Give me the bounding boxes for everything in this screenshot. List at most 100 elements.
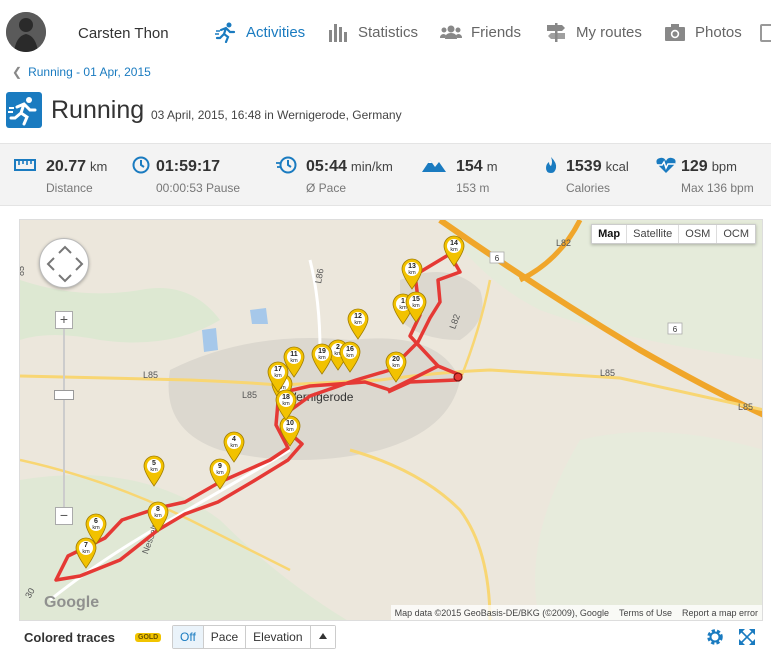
zoom-out-button[interactable]: − <box>55 507 73 525</box>
duration-value: 01:59:17 <box>156 158 221 175</box>
pace-icon <box>276 156 297 174</box>
svg-text:L85: L85 <box>738 402 753 412</box>
km-marker-number: 13 <box>408 263 416 270</box>
stat-calories: 1539 kcal Calories <box>541 152 641 202</box>
km-marker-number: 2 <box>336 344 340 351</box>
elevation-value: 154 m <box>456 158 498 175</box>
colored-traces-label: Colored traces <box>24 630 116 645</box>
trace-pace-button[interactable]: Pace <box>202 626 246 648</box>
user-name[interactable]: Carsten Thon <box>78 25 169 42</box>
heartrate-max: Max 136 bpm <box>681 181 754 195</box>
terms-link[interactable]: Terms of Use <box>619 608 672 618</box>
ruler-icon <box>14 159 36 171</box>
google-logo: Google <box>44 594 100 611</box>
svg-text:L85: L85 <box>143 370 158 380</box>
km-marker-number: 6 <box>94 518 98 525</box>
pace-label: Ø Pace <box>306 181 347 195</box>
trace-elevation-button[interactable]: Elevation <box>245 626 310 648</box>
svg-text:L85: L85 <box>242 390 257 400</box>
stat-duration: 01:59:17 00:00:53 Pause <box>131 152 251 202</box>
page-title: Running <box>51 96 145 124</box>
stat-elevation: 154 m 153 m <box>421 152 521 202</box>
km-marker-unit: km <box>450 247 458 253</box>
km-marker-number: 8 <box>156 506 160 513</box>
map-type-selector[interactable]: Map Satellite OSM OCM <box>591 224 756 244</box>
trace-dropdown-button[interactable] <box>309 626 335 648</box>
distance-value: 20.77 km <box>46 158 108 175</box>
km-marker-unit: km <box>274 373 282 379</box>
bar-chart-icon <box>329 24 347 42</box>
km-marker-number: 1 <box>401 298 405 305</box>
stat-heartrate: 129 bpm Max 136 bpm <box>655 152 765 202</box>
svg-text:6: 6 <box>495 254 500 263</box>
km-marker-unit: km <box>230 443 238 449</box>
nav-statistics-label: Statistics <box>358 23 419 41</box>
km-marker-unit: km <box>408 270 416 276</box>
nav-statistics[interactable]: Statistics <box>327 21 418 43</box>
friends-icon <box>440 25 462 39</box>
zoom-slider-track[interactable] <box>63 320 65 510</box>
fullscreen-icon[interactable] <box>737 627 757 647</box>
zoom-in-button[interactable]: + <box>55 311 73 329</box>
triangle-up-icon <box>318 633 327 639</box>
map-type-ocm[interactable]: OCM <box>716 225 755 243</box>
km-marker-number: 11 <box>290 351 298 358</box>
more-icon[interactable] <box>760 24 771 42</box>
user-avatar[interactable] <box>6 12 46 52</box>
duration-pause: 00:00:53 Pause <box>156 181 241 195</box>
flame-icon <box>546 157 557 173</box>
km-marker-unit: km <box>399 305 407 311</box>
running-sport-icon <box>6 92 42 128</box>
km-marker-unit: km <box>82 549 90 555</box>
report-error-link[interactable]: Report a map error <box>682 608 758 618</box>
km-marker-number: 9 <box>218 463 222 470</box>
distance-label: Distance <box>46 181 93 195</box>
km-marker-unit: km <box>286 427 294 433</box>
km-marker-unit: km <box>392 363 400 369</box>
map-type-map[interactable]: Map <box>592 225 626 243</box>
breadcrumb[interactable]: ❮ Running - 01 Apr, 2015 <box>12 65 151 79</box>
km-marker-unit: km <box>92 525 100 531</box>
km-marker-number: 18 <box>282 394 290 401</box>
heart-rate-icon <box>656 157 676 173</box>
km-marker-number: 19 <box>318 348 326 355</box>
gold-badge: GOLD <box>135 633 162 642</box>
km-marker-unit: km <box>318 355 326 361</box>
nav-photos[interactable]: Photos <box>664 21 742 43</box>
map-options-bar: Colored traces GOLD Off Pace Elevation <box>0 621 771 655</box>
activity-meta: 03 April, 2015, 16:48 in Wernigerode, Ge… <box>151 108 402 122</box>
nav-my-routes[interactable]: My routes <box>545 21 642 43</box>
stat-distance: 20.77 km Distance <box>14 152 124 202</box>
map-attribution: Map data ©2015 GeoBasis-DE/BKG (©2009), … <box>390 605 762 620</box>
nav-photos-label: Photos <box>695 23 742 41</box>
pan-control[interactable] <box>39 238 89 288</box>
gear-icon[interactable] <box>705 627 725 647</box>
km-marker-number: 15 <box>412 296 420 303</box>
km-marker-unit: km <box>354 320 362 326</box>
route-map[interactable]: 6 6 L82 L86 L85 L85 L85 L85 L82 85 30 Ne… <box>19 219 763 621</box>
map-type-satellite[interactable]: Satellite <box>626 225 678 243</box>
svg-text:L85: L85 <box>600 368 615 378</box>
km-marker-number: 20 <box>392 356 400 363</box>
runner-avatar-icon <box>6 12 46 52</box>
breadcrumb-label[interactable]: Running - 01 Apr, 2015 <box>28 65 151 79</box>
map-canvas[interactable]: 6 6 L82 L86 L85 L85 L85 L85 L82 85 30 Ne… <box>20 220 763 621</box>
map-data-credit: Map data ©2015 GeoBasis-DE/BKG (©2009), … <box>394 607 609 618</box>
km-marker-number: 4 <box>232 436 236 443</box>
map-type-osm[interactable]: OSM <box>678 225 716 243</box>
km-marker-unit: km <box>154 513 162 519</box>
nav-friends-label: Friends <box>471 23 522 41</box>
nav-friends[interactable]: Friends <box>440 21 521 43</box>
km-marker-number: 5 <box>152 460 156 467</box>
km-marker-number: 7 <box>84 542 88 549</box>
clock-icon <box>132 156 150 174</box>
stats-bar: 20.77 km Distance 01:59:17 00:00:53 Pause… <box>0 143 771 206</box>
km-marker-number: 17 <box>274 366 282 373</box>
nav-activities[interactable]: Activities <box>215 21 305 43</box>
running-icon <box>215 22 236 43</box>
km-marker-number: 12 <box>354 313 362 320</box>
trace-mode-selector[interactable]: Off Pace Elevation <box>172 625 336 649</box>
zoom-slider-thumb[interactable] <box>54 390 74 400</box>
nav-my-routes-label: My routes <box>576 23 642 41</box>
trace-off-button[interactable]: Off <box>173 626 203 648</box>
